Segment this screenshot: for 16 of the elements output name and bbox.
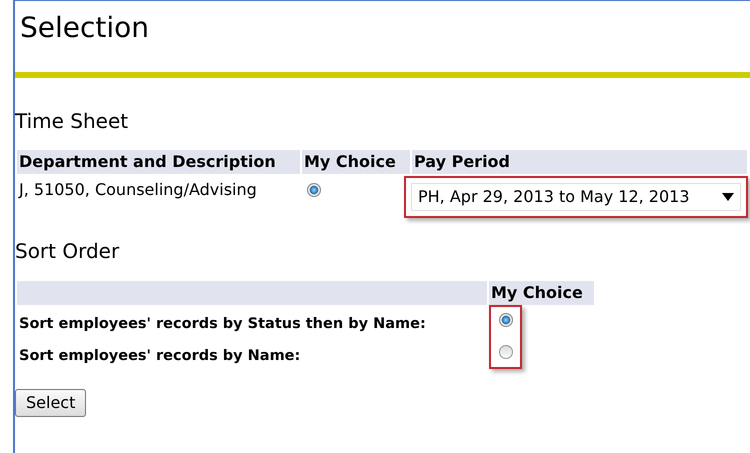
- radio-button[interactable]: [307, 183, 321, 197]
- caret-icon: [722, 193, 734, 201]
- option-label: Sort employees' records by Status then by Name:: [19, 315, 426, 334]
- page-title: Selection: [20, 10, 150, 46]
- section-heading: Sort Order: [15, 238, 120, 264]
- radio-button[interactable]: [498, 345, 512, 359]
- table-cell: J, 51050, Counseling/Advising: [19, 180, 257, 199]
- option-label: Sort employees' records by Name:: [19, 347, 300, 366]
- column-header: My Choice: [302, 150, 410, 174]
- radio-button[interactable]: [498, 313, 512, 327]
- column-header: My Choice: [489, 281, 594, 305]
- column-header: Pay Period: [412, 150, 747, 174]
- column-header: Department and Description: [17, 150, 300, 174]
- select-button[interactable]: Select: [15, 389, 86, 417]
- section-heading: Time Sheet: [15, 108, 128, 134]
- pay-period-dropdown[interactable]: PH, Apr 29, 2013 to May 12, 2013: [411, 183, 741, 211]
